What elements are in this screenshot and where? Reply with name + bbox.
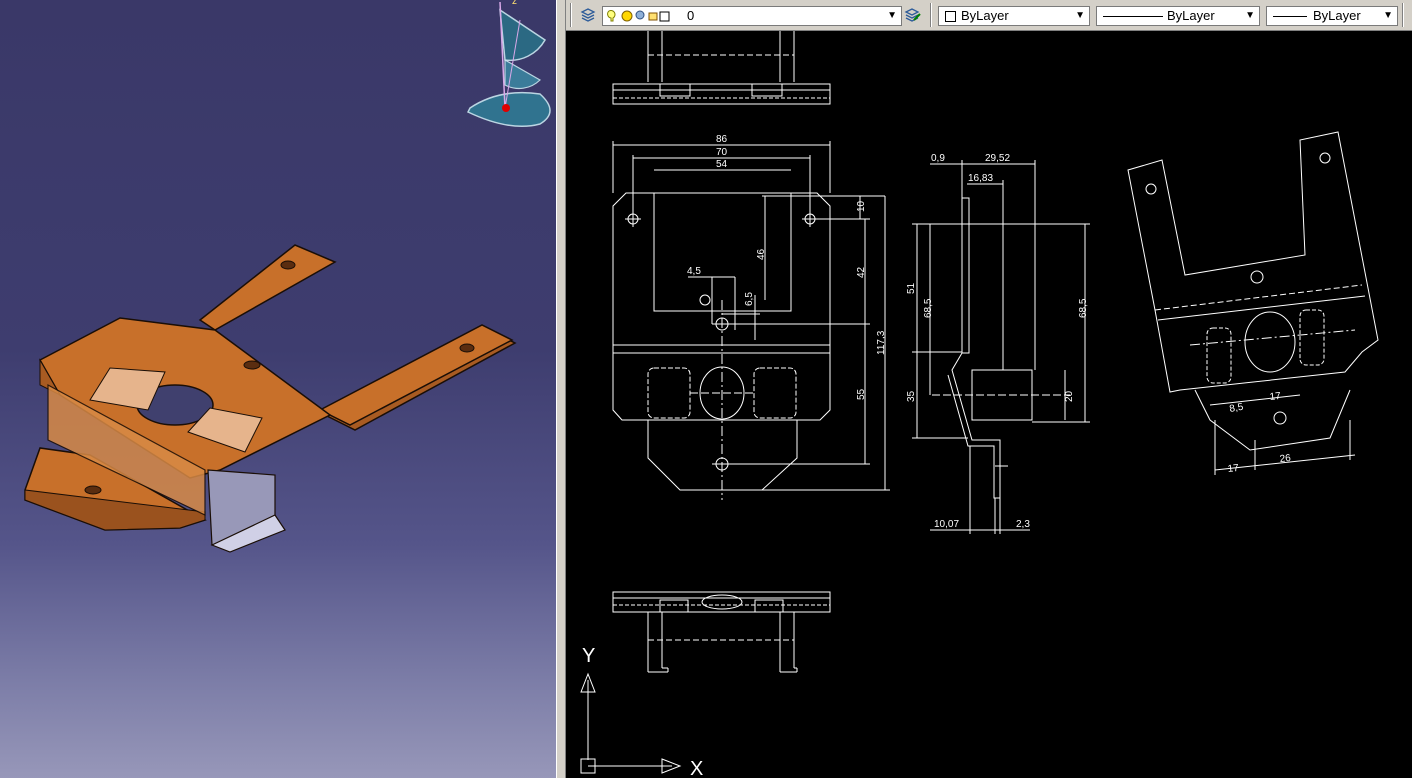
chevron-down-icon[interactable]: ▼: [1245, 7, 1255, 25]
viewport-freeze-icon: [635, 10, 645, 20]
dim-17-lower: 17: [1227, 463, 1240, 475]
linetype-dropdown[interactable]: ByLayer ▼: [1096, 6, 1260, 26]
dim-6-5: 6,5: [744, 292, 755, 306]
toolbar-separator: [1402, 3, 1404, 27]
toolbar-separator: [930, 3, 932, 27]
chevron-down-icon[interactable]: ▼: [1383, 7, 1393, 25]
color-dropdown[interactable]: ByLayer ▼: [938, 6, 1090, 26]
make-object-layer-current-icon[interactable]: [904, 8, 922, 24]
dim-54: 54: [716, 159, 728, 170]
dim-51: 51: [906, 282, 917, 294]
dim-42: 42: [856, 266, 867, 278]
viewport-divider[interactable]: [556, 0, 566, 778]
ucs-x-label: X: [690, 758, 703, 778]
isometric-view-dimensions: 8,5 17 17 26: [1227, 391, 1292, 475]
layer-color-swatch: [659, 11, 670, 22]
lineweight-value: ByLayer: [1313, 8, 1361, 23]
chevron-down-icon[interactable]: ▼: [887, 7, 897, 25]
bottom-view[interactable]: [612, 591, 831, 673]
bracket-3d-model[interactable]: [24, 244, 517, 553]
dim-46: 46: [756, 248, 767, 260]
side-view[interactable]: [912, 160, 1090, 534]
dim-16-83: 16,83: [968, 173, 993, 184]
3d-model-canvas: z: [24, 0, 551, 553]
chevron-down-icon[interactable]: ▼: [1075, 7, 1085, 25]
color-value: ByLayer: [961, 8, 1009, 23]
layer-properties-icon[interactable]: [580, 8, 596, 24]
dim-26: 26: [1279, 453, 1292, 465]
dim-8-5: 8,5: [1229, 402, 1245, 415]
lineweight-dropdown[interactable]: ByLayer ▼: [1266, 6, 1398, 26]
top-view[interactable]: [612, 31, 831, 105]
dim-68-5-left: 68,5: [923, 298, 934, 318]
layer-name: 0: [687, 8, 695, 23]
dim-55: 55: [856, 388, 867, 400]
layer-dropdown[interactable]: 0 ▼: [602, 6, 902, 26]
lineweight-sample-line: [1273, 16, 1307, 17]
sun-icon: [621, 10, 633, 22]
front-view[interactable]: [612, 141, 890, 500]
layer-state-icons: [607, 10, 670, 22]
side-view-dimensions: 0,9 29,52 16,83 51 68,5 68,5 35 20 10,07…: [906, 153, 1089, 530]
dim-117-3: 117,3: [876, 330, 887, 355]
dim-68-5-right: 68,5: [1078, 298, 1089, 318]
linetype-sample-line: [1103, 16, 1163, 17]
isometric-view[interactable]: [1127, 131, 1379, 475]
dim-17-upper: 17: [1269, 391, 1282, 403]
dim-20: 20: [1064, 390, 1075, 402]
compass-icon[interactable]: z: [466, 0, 551, 127]
front-view-dimensions: 86 70 54 10 46 42 4,5 6,5 117,3 55: [687, 134, 887, 400]
linetype-value: ByLayer: [1167, 8, 1215, 23]
cad-drawing-area[interactable]: 86 70 54 10 46 42 4,5 6,5 117,3 55 0,9 2…: [566, 31, 1412, 778]
3d-viewport[interactable]: z: [0, 0, 556, 778]
compass-z-label: z: [512, 0, 517, 7]
toolbar-grip[interactable]: [570, 3, 572, 27]
dim-29-52: 29,52: [985, 153, 1010, 164]
color-swatch: [945, 11, 956, 22]
dim-70: 70: [716, 147, 728, 158]
lightbulb-icon: [607, 10, 616, 22]
lock-icon: [648, 12, 658, 21]
dim-86: 86: [716, 134, 728, 145]
dim-35: 35: [906, 390, 917, 402]
cad-canvas: 86 70 54 10 46 42 4,5 6,5 117,3 55 0,9 2…: [580, 31, 1379, 778]
properties-toolbar: 0 ▼ ByLayer ▼ ByLayer ▼ ByLayer ▼: [566, 0, 1412, 31]
dim-0-9: 0,9: [931, 153, 945, 164]
dim-4-5: 4,5: [687, 266, 701, 277]
ucs-icon: [580, 672, 682, 774]
dim-2-3: 2,3: [1016, 519, 1030, 530]
dim-10: 10: [856, 200, 867, 212]
ucs-y-label: Y: [582, 645, 595, 667]
dim-10-07: 10,07: [934, 519, 959, 530]
